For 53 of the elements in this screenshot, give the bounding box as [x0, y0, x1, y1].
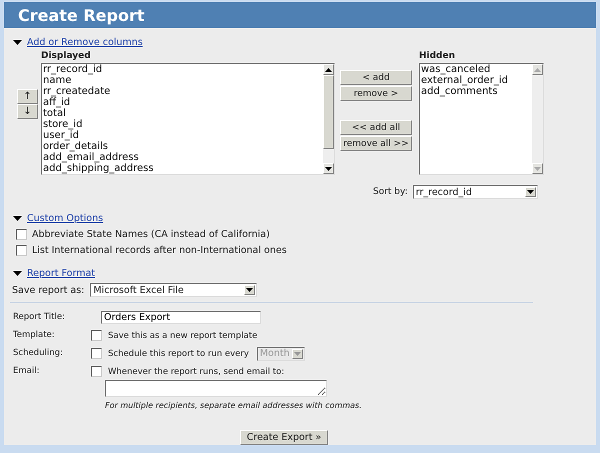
checkbox[interactable] [91, 366, 102, 377]
transfer-button[interactable]: remove > [340, 86, 412, 101]
option-label: Save this as a new report template [108, 330, 258, 340]
list-item[interactable]: name [43, 75, 323, 86]
option-label: Abbreviate State Names (CA instead of California) [32, 229, 270, 240]
email-field[interactable] [105, 380, 327, 397]
list-item[interactable]: store_id [43, 119, 323, 130]
hint-text: For multiple recipients, separate email addresses with commas. [105, 401, 363, 410]
list-item[interactable]: rr_createdate [43, 86, 323, 97]
field-label: Report Title: [13, 311, 66, 324]
page-title: Create Report [18, 6, 145, 24]
checkbox[interactable] [91, 348, 102, 359]
option-label: Schedule this report to run every [108, 348, 249, 358]
section-link[interactable]: Custom Options [27, 213, 104, 224]
title-input[interactable]: Orders Export [101, 311, 261, 324]
sort-select[interactable]: rr_record_id [412, 185, 538, 199]
dropdown-arrow-icon [244, 285, 256, 295]
scrollbar[interactable] [323, 64, 334, 174]
dropdown-arrow-icon [524, 187, 536, 197]
list-item[interactable]: add_comments [421, 86, 532, 97]
transfer-button[interactable]: < add [340, 70, 412, 85]
transfer-button[interactable]: << add all [340, 120, 412, 135]
hidden-list[interactable]: was_canceled external_order_id add_comments [419, 63, 544, 175]
move-button[interactable]: ↓ [17, 104, 38, 119]
field-label: Scheduling: [13, 347, 64, 360]
section-link[interactable]: Report Format [27, 268, 95, 279]
checkbox[interactable] [91, 330, 102, 341]
create-export-button[interactable]: Create Export » [240, 430, 328, 445]
displayed-list[interactable]: rr_record_id name rr_createdate aff_id total store_id user_id order_details add_email_address add_shipping_address [41, 63, 335, 175]
list-item[interactable]: add_email_address [43, 152, 323, 163]
list-label: Displayed [41, 51, 92, 61]
transfer-button[interactable]: remove all >> [340, 136, 412, 151]
list-item[interactable]: aff_id [43, 97, 323, 108]
field-label: Save report as: [12, 284, 84, 296]
list-item[interactable]: user_id [43, 130, 323, 141]
list-item[interactable]: order_details [43, 141, 323, 152]
list-label: Hidden [419, 51, 456, 61]
field-label: Email: [13, 365, 40, 378]
option-label: Whenever the report runs, send email to: [108, 366, 284, 376]
list-item[interactable]: rr_record_id [43, 64, 323, 75]
move-button[interactable]: ↑ [17, 89, 38, 104]
list-item[interactable]: was_canceled [421, 64, 532, 75]
format-select[interactable]: Microsoft Excel File [90, 283, 258, 297]
sort-label: Sort by: [373, 187, 408, 197]
option-label: List International records after non-International ones [32, 245, 287, 256]
section-link[interactable]: Add or Remove columns [27, 37, 143, 48]
list-item[interactable]: total [43, 108, 323, 119]
field-label: Template: [13, 329, 56, 342]
list-item[interactable]: add_shipping_address [43, 163, 323, 174]
dropdown-arrow-icon [292, 348, 303, 358]
checkbox[interactable] [16, 229, 27, 240]
list-item[interactable]: external_order_id [421, 75, 532, 86]
checkbox[interactable] [16, 245, 27, 256]
